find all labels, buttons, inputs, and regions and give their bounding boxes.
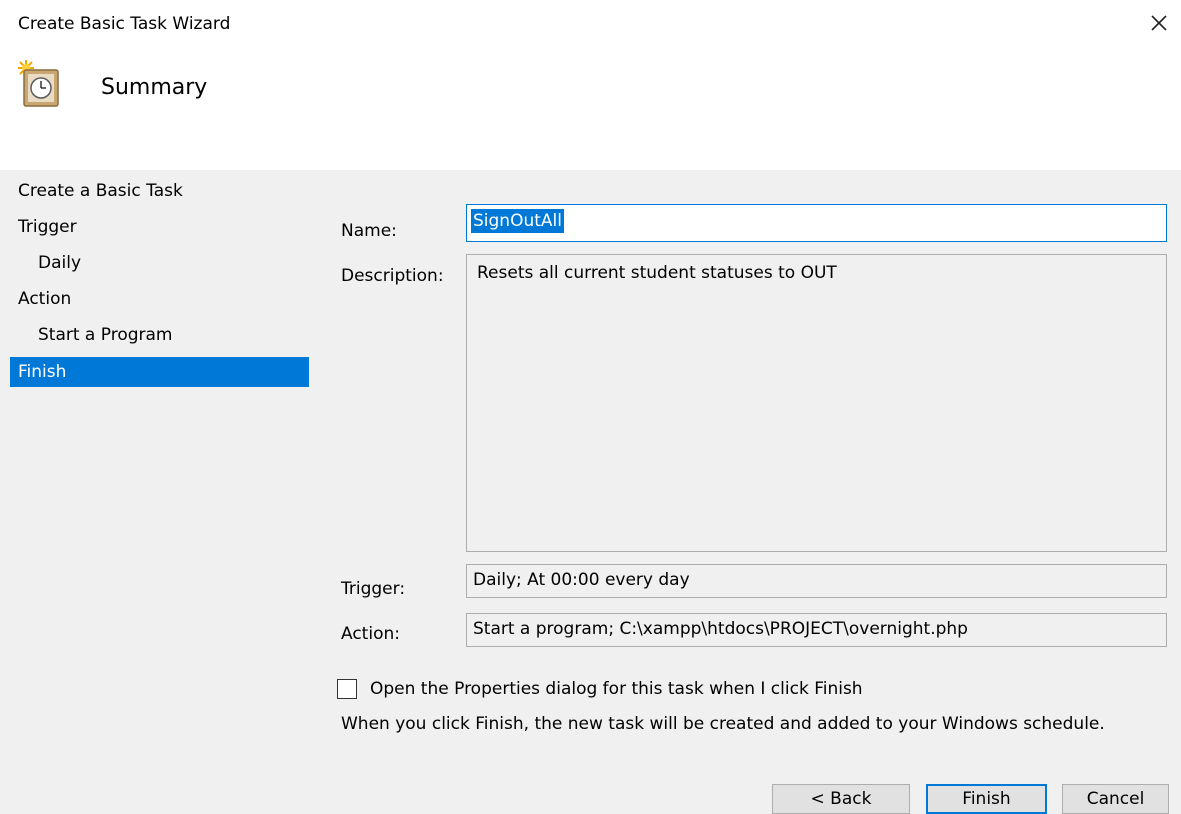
- cancel-button[interactable]: Cancel: [1062, 784, 1169, 814]
- action-field[interactable]: Start a program; C:\xampp\htdocs\PROJECT…: [466, 613, 1167, 647]
- open-properties-label[interactable]: Open the Properties dialog for this task…: [370, 677, 863, 701]
- back-button[interactable]: < Back: [772, 784, 910, 814]
- name-label: Name:: [341, 221, 397, 241]
- nav-item-finish[interactable]: Finish: [10, 357, 309, 387]
- trigger-field[interactable]: Daily; At 00:00 every day: [466, 564, 1167, 598]
- name-input[interactable]: SignOutAll: [466, 204, 1167, 242]
- nav-item-start-program[interactable]: Start a Program: [10, 320, 309, 350]
- window-title: Create Basic Task Wizard: [18, 14, 231, 34]
- description-label: Description:: [341, 266, 444, 286]
- finish-info-text: When you click Finish, the new task will…: [341, 714, 1105, 734]
- nav-item-create-basic-task[interactable]: Create a Basic Task: [10, 176, 309, 206]
- finish-button[interactable]: Finish: [926, 784, 1047, 814]
- nav-item-trigger[interactable]: Trigger: [10, 212, 309, 242]
- open-properties-checkbox[interactable]: [337, 679, 357, 699]
- nav-item-daily[interactable]: Daily: [10, 248, 309, 278]
- close-button[interactable]: [1146, 10, 1172, 36]
- trigger-label: Trigger:: [341, 579, 406, 599]
- close-icon: [1151, 15, 1167, 31]
- action-label: Action:: [341, 624, 400, 644]
- nav-item-action[interactable]: Action: [10, 284, 309, 314]
- name-input-value: SignOutAll: [471, 209, 564, 233]
- task-clock-icon: [14, 58, 62, 110]
- page-title: Summary: [101, 75, 208, 100]
- description-field[interactable]: Resets all current student statuses to O…: [466, 254, 1167, 552]
